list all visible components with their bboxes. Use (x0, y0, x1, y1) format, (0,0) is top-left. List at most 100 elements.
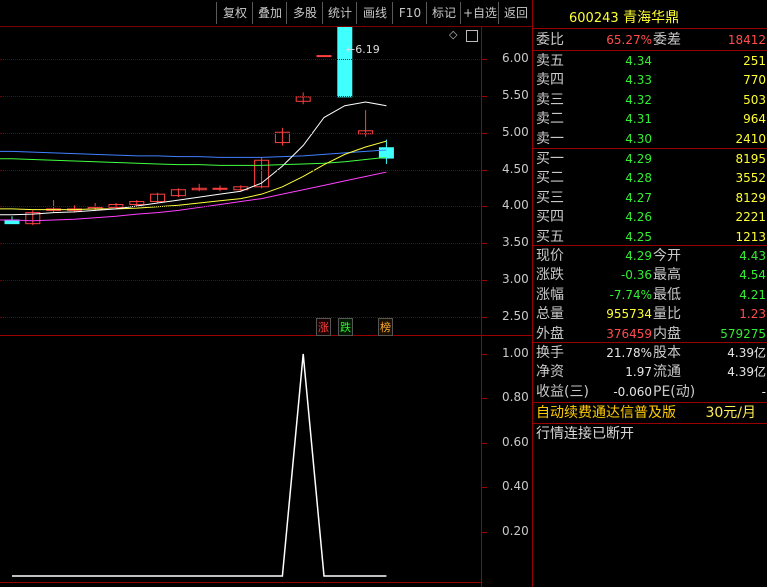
indicator-tick-label: 0.80 (502, 390, 529, 405)
bid-price: 4.27 (625, 190, 652, 205)
stat-row: 涨幅 -7.74% 最低 4.21 (533, 285, 767, 305)
multi-stock-button[interactable]: 多股 (286, 2, 323, 24)
ad-price[interactable]: 30元/月 (705, 403, 756, 423)
price-tick-mark (482, 243, 487, 245)
bid-volume: 8195 (735, 152, 766, 166)
indicator-tick-mark (482, 487, 487, 489)
stock-title: 600243 青海华鼎 (569, 7, 679, 27)
ask-row: 卖一 4.30 2410 (533, 129, 767, 149)
price-gridline (0, 206, 480, 208)
fund-label: PE(动) (653, 383, 696, 400)
f10-button[interactable]: F10 (392, 2, 427, 24)
indicator-tick-mark (482, 442, 487, 444)
candle-body (316, 55, 332, 58)
bid-price: 4.28 (625, 171, 652, 186)
price-tick-mark (482, 59, 487, 60)
fuquan-button[interactable]: 复权 (216, 2, 253, 24)
fund-label: 股本 (653, 345, 681, 361)
bid-price: 4.25 (625, 229, 652, 244)
bid-label: 买四 (536, 209, 564, 226)
stat-value: 4.54 (739, 268, 766, 283)
statistics-button[interactable]: 统计 (322, 2, 357, 24)
stat-value: -0.36 (620, 268, 652, 283)
bid-label: 买二 (536, 170, 564, 187)
price-tick-label: 3.00 (502, 272, 529, 287)
fund-label: 流通 (653, 364, 681, 381)
weibi-value: 65.27% (606, 33, 652, 47)
price-gridline (0, 317, 480, 318)
stat-label: 内盘 (653, 325, 681, 342)
fund-row: 收益(三) -0.060 PE(动) - (533, 382, 767, 402)
quote-panel: 600243 青海华鼎 委比 65.27% 委差 18412 卖五 4.34 251… (532, 0, 767, 587)
indicator-line (12, 353, 387, 577)
bid-label: 买五 (536, 228, 564, 245)
ask-row: 卖三 4.32 503 (533, 90, 767, 110)
price-tick-mark (482, 95, 487, 97)
max-price-label: ←6.19 (346, 43, 380, 56)
zhang-tag[interactable]: 涨 (316, 318, 331, 336)
indicator-chart[interactable] (0, 336, 481, 582)
weibi-row: 委比 65.27% 委差 18412 (533, 30, 767, 50)
stat-label: 量比 (653, 306, 681, 323)
ask-row: 卖四 4.33 770 (533, 70, 767, 90)
ask-volume: 503 (743, 92, 766, 107)
ask-label: 卖二 (536, 111, 564, 128)
stat-label: 涨跌 (536, 267, 564, 284)
connection-status: 行情连接已断开 (536, 426, 634, 442)
candle-body (212, 187, 228, 190)
price-tick-label: 5.50 (502, 87, 529, 102)
stock-code: 600243 (569, 11, 619, 26)
ad-text[interactable]: 自动续费通达信普及版 (536, 403, 676, 423)
bid-label: 买三 (536, 189, 564, 206)
stat-value: 1.23 (739, 307, 766, 322)
stat-row: 外盘 376459 内盘 579275 (533, 324, 767, 344)
bang-tag[interactable]: 榜 (378, 318, 393, 336)
price-gridline (0, 280, 480, 282)
max-price-value: 6.19 (355, 43, 380, 56)
overlay-button[interactable]: 叠加 (252, 2, 287, 24)
die-tag[interactable]: 跌 (338, 318, 353, 336)
stock-name: 青海华鼎 (623, 10, 680, 26)
ma10-line (0, 140, 387, 211)
mark-button[interactable]: 标记 (426, 2, 461, 24)
back-button[interactable]: 返回 (498, 2, 533, 24)
stat-label: 最高 (653, 267, 681, 284)
indicator-tick-label: 0.20 (502, 523, 529, 538)
stat-row: 总量 955734 量比 1.23 (533, 304, 767, 324)
fund-value: 4.39亿 (727, 346, 766, 360)
ask-label: 卖一 (536, 130, 564, 147)
stat-label: 今开 (653, 248, 681, 264)
price-tick-mark (482, 317, 487, 318)
bid-volume: 3552 (735, 171, 766, 186)
ad-banner[interactable]: 自动续费通达信普及版 30元/月 (533, 403, 767, 423)
ask-price: 4.31 (625, 112, 652, 127)
bid-row: 买四 4.26 2221 (533, 207, 767, 227)
price-tick-label: 6.00 (502, 51, 529, 65)
stat-value: 4.21 (739, 287, 766, 302)
chart-toolbar: 复权 叠加 多股 统计 画线 F10 标记 +自选 返回 (0, 0, 532, 27)
price-gridline (0, 243, 480, 245)
ask-volume: 2410 (735, 131, 766, 146)
ask-volume: 770 (743, 73, 766, 88)
ask-label: 卖三 (536, 91, 564, 108)
price-tick-mark (482, 206, 487, 208)
add-favorite-button[interactable]: +自选 (460, 2, 499, 24)
stat-label: 现价 (536, 248, 564, 264)
draw-line-button[interactable]: 画线 (356, 2, 393, 24)
ask-price: 4.33 (625, 73, 652, 88)
stat-value: 376459 (606, 326, 652, 341)
ask-row: 卖二 4.31 964 (533, 109, 767, 129)
ma30-line (0, 156, 387, 166)
ma5-line (0, 101, 387, 216)
bid-volume: 8129 (735, 190, 766, 205)
weicha-label: 委差 (653, 32, 681, 48)
fund-value: 21.78% (606, 346, 652, 360)
indicator-tick-mark (482, 398, 487, 400)
stat-row: 涨跌 -0.36 最高 4.54 (533, 265, 767, 285)
price-gridline (0, 132, 480, 134)
fund-label: 换手 (536, 345, 564, 361)
fund-value: 4.39亿 (727, 365, 766, 380)
bid-row: 买一 4.29 8195 (533, 149, 767, 169)
ask-row: 卖五 4.34 251 (533, 51, 767, 71)
kline-chart[interactable] (0, 27, 481, 335)
